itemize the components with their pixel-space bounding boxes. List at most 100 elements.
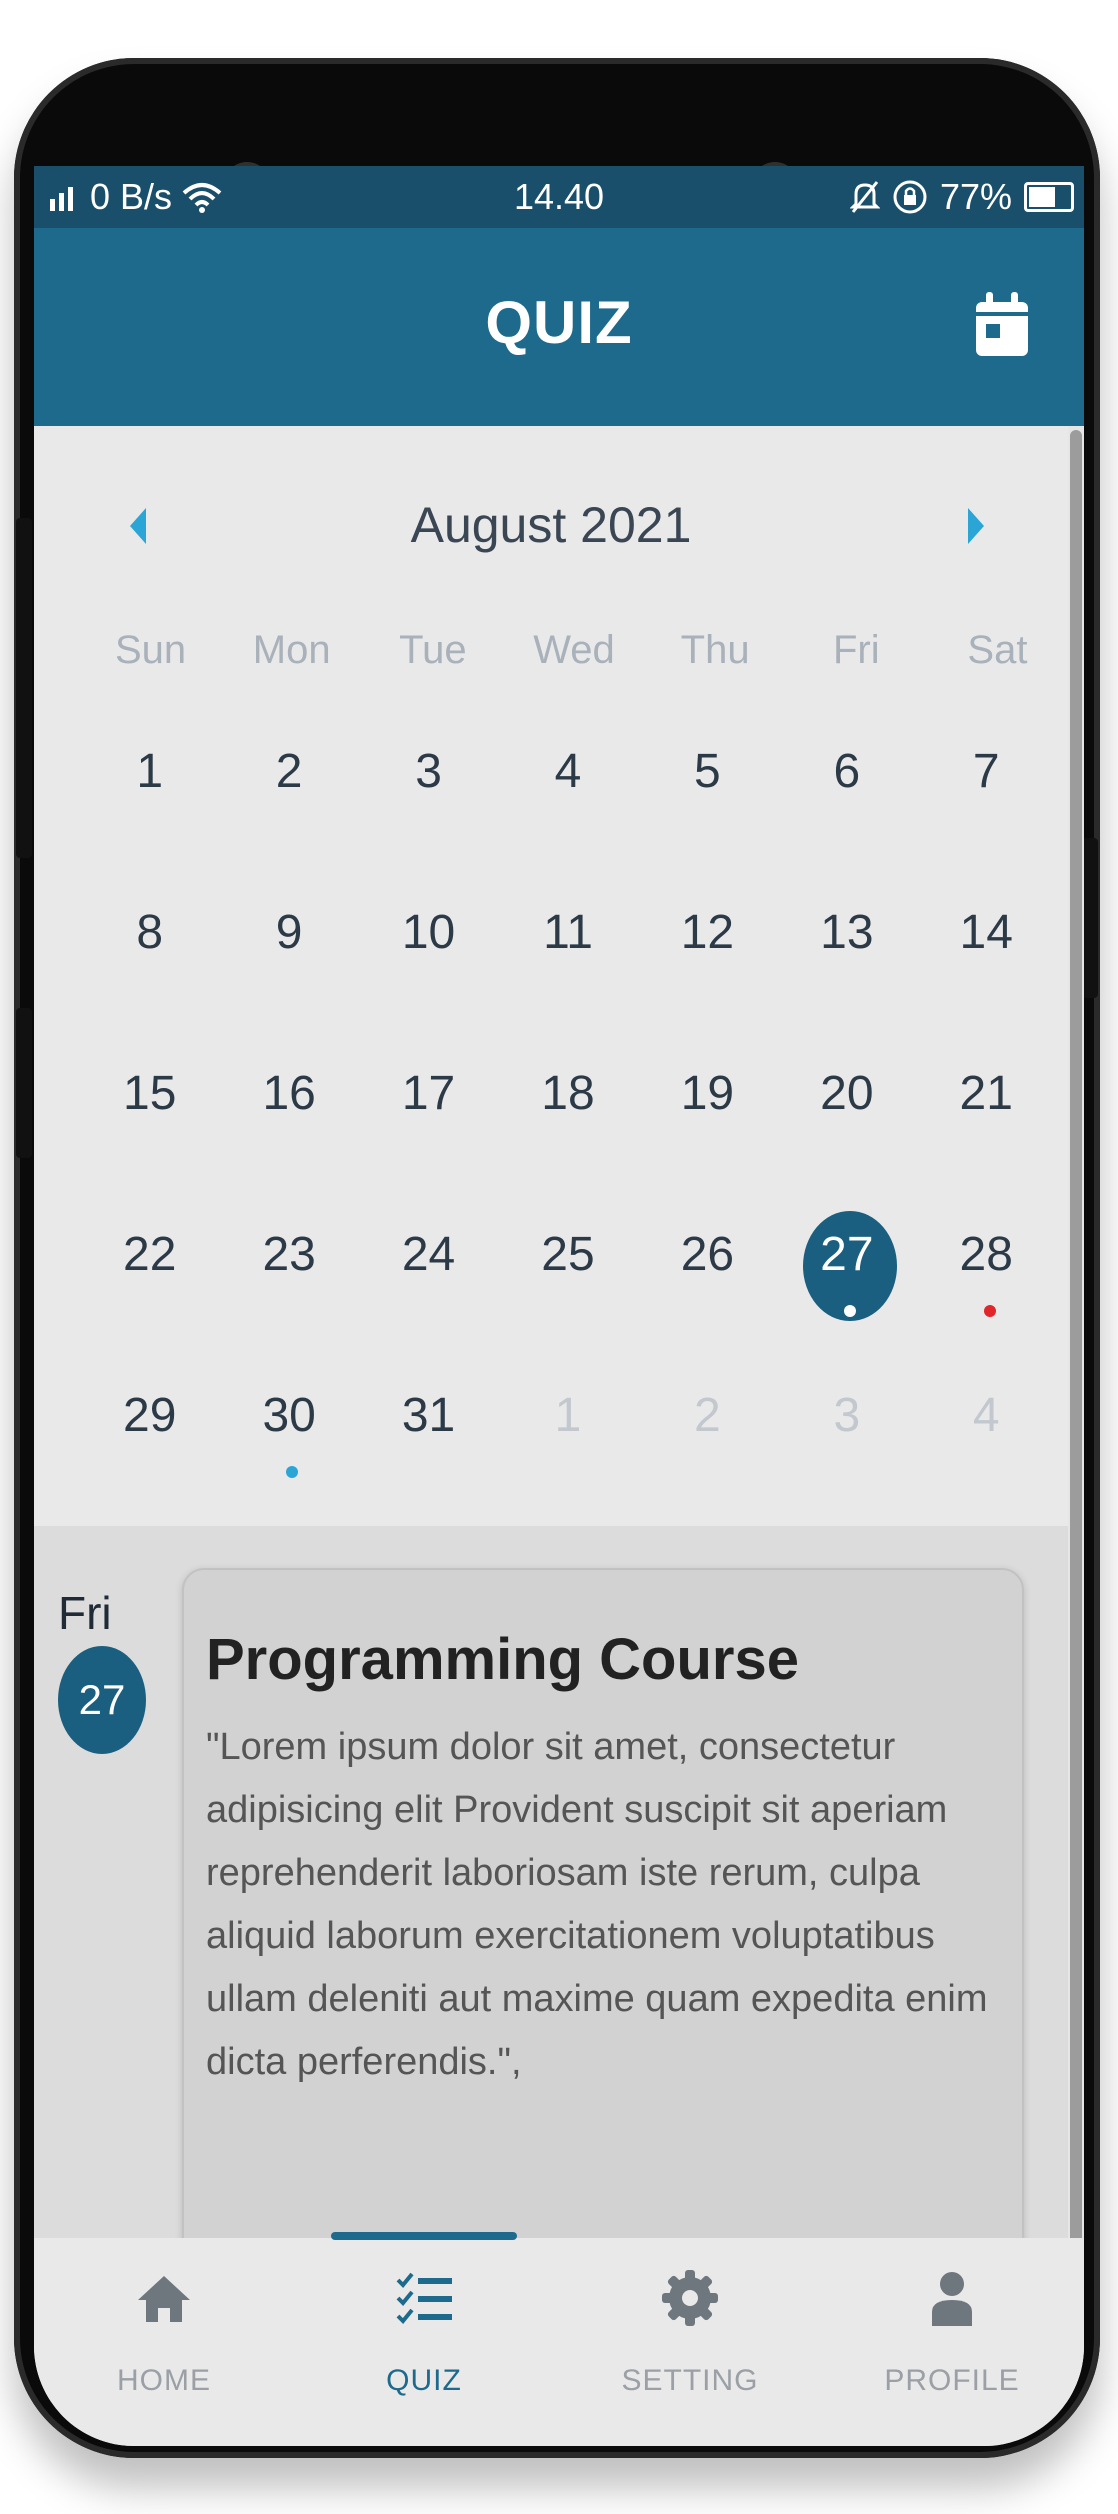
day-number: 24 bbox=[401, 1228, 456, 1281]
day-cell[interactable]: 14 bbox=[917, 887, 1056, 1048]
day-cell-next-month[interactable]: 1 bbox=[498, 1370, 637, 1531]
day-number: 1 bbox=[554, 1389, 582, 1442]
day-cell[interactable]: 24 bbox=[359, 1209, 498, 1370]
weekday-label: Fri bbox=[832, 628, 880, 672]
day-number: 8 bbox=[136, 906, 164, 959]
day-number: 28 bbox=[959, 1228, 1013, 1281]
day-cell[interactable]: 29 bbox=[80, 1370, 219, 1531]
day-number: 25 bbox=[541, 1228, 595, 1281]
battery-percent: 77% bbox=[939, 176, 1012, 217]
day-cell[interactable]: 31 bbox=[359, 1370, 498, 1531]
day-number: 6 bbox=[833, 745, 861, 798]
day-number: 4 bbox=[554, 745, 582, 798]
day-cell[interactable]: 19 bbox=[638, 1048, 777, 1209]
day-cell[interactable]: 21 bbox=[917, 1048, 1056, 1209]
month-title: August 2021 bbox=[410, 497, 692, 553]
active-tab-indicator bbox=[331, 2232, 517, 2240]
rotation-lock-icon bbox=[893, 180, 927, 214]
mute-bell-icon bbox=[849, 181, 880, 213]
day-number: 22 bbox=[123, 1228, 177, 1281]
week-row: 8 9 10 11 12 13 14 bbox=[80, 887, 1056, 1048]
day-cell[interactable]: 22 bbox=[80, 1209, 219, 1370]
tab-label: PROFILE bbox=[884, 2364, 1020, 2397]
day-number: 3 bbox=[415, 745, 442, 798]
day-number: 1 bbox=[136, 745, 164, 798]
day-cell[interactable]: 30 bbox=[219, 1370, 358, 1531]
day-number: 26 bbox=[680, 1228, 735, 1281]
scrollbar[interactable] bbox=[1070, 430, 1082, 2290]
week-row: 15 16 17 18 19 20 21 bbox=[80, 1048, 1056, 1209]
weekday-label: Sat bbox=[967, 628, 1028, 672]
weekday-label: Mon bbox=[252, 628, 331, 672]
user-icon bbox=[932, 2272, 972, 2326]
day-number: 9 bbox=[275, 906, 303, 959]
day-cell[interactable]: 28 bbox=[917, 1209, 1056, 1370]
day-cell[interactable]: 13 bbox=[777, 887, 916, 1048]
calendar-icon[interactable] bbox=[972, 290, 1032, 360]
weekday-label: Tue bbox=[399, 628, 467, 672]
day-cell-next-month[interactable]: 2 bbox=[638, 1370, 777, 1531]
day-number: 14 bbox=[959, 906, 1013, 959]
day-cell[interactable]: 26 bbox=[638, 1209, 777, 1370]
bottom-nav: HOME QUIZ SETTING PROFILE bbox=[34, 2232, 1084, 2446]
day-cell[interactable]: 23 bbox=[219, 1209, 358, 1370]
day-number: 16 bbox=[262, 1067, 316, 1120]
weekday-label: Wed bbox=[533, 628, 615, 672]
tab-label: SETTING bbox=[621, 2364, 759, 2397]
day-cell[interactable]: 6 bbox=[777, 726, 916, 887]
day-number: 12 bbox=[680, 906, 735, 959]
day-number: 5 bbox=[694, 745, 721, 798]
day-cell[interactable]: 2 bbox=[219, 726, 358, 887]
agenda-day-badge: 27 bbox=[58, 1646, 146, 1754]
agenda-day-name: Fri bbox=[58, 1587, 112, 1639]
day-cell-next-month[interactable]: 4 bbox=[917, 1370, 1056, 1531]
day-cell[interactable]: 9 bbox=[219, 887, 358, 1048]
tab-label: HOME bbox=[117, 2364, 211, 2397]
tab-quiz[interactable]: QUIZ bbox=[324, 2268, 524, 2398]
tab-profile[interactable]: PROFILE bbox=[852, 2268, 1052, 2398]
tab-label: QUIZ bbox=[386, 2364, 462, 2397]
day-cell[interactable]: 1 bbox=[80, 726, 219, 887]
day-cell[interactable]: 25 bbox=[498, 1209, 637, 1370]
weekday-label: Sun bbox=[114, 628, 187, 672]
day-number: 2 bbox=[694, 1389, 721, 1442]
power-button bbox=[1082, 838, 1098, 998]
tab-home[interactable]: HOME bbox=[64, 2268, 264, 2398]
day-number: 4 bbox=[972, 1389, 1000, 1442]
day-number: 11 bbox=[543, 906, 593, 959]
day-cell[interactable]: 10 bbox=[359, 887, 498, 1048]
day-cell-next-month[interactable]: 3 bbox=[777, 1370, 916, 1531]
day-number: 3 bbox=[833, 1389, 861, 1442]
gear-icon bbox=[662, 2270, 718, 2326]
tab-setting[interactable]: SETTING bbox=[590, 2268, 790, 2398]
day-cell[interactable]: 18 bbox=[498, 1048, 637, 1209]
next-month-icon[interactable] bbox=[968, 508, 984, 544]
day-cell[interactable]: 8 bbox=[80, 887, 219, 1048]
event-dot bbox=[983, 1305, 996, 1317]
day-cell[interactable]: 3 bbox=[359, 726, 498, 887]
event-dot bbox=[286, 1466, 299, 1478]
week-row: 1 2 3 4 5 6 7 bbox=[80, 726, 1056, 887]
day-number: 10 bbox=[401, 906, 456, 959]
day-number: 21 bbox=[959, 1067, 1013, 1120]
day-number: 19 bbox=[680, 1067, 735, 1120]
day-number: 13 bbox=[820, 906, 874, 959]
day-cell[interactable]: 17 bbox=[359, 1048, 498, 1209]
day-cell[interactable]: 15 bbox=[80, 1048, 219, 1209]
day-number: 2 bbox=[275, 745, 303, 798]
day-cell[interactable]: 12 bbox=[638, 887, 777, 1048]
agenda-section: Fri 27 Programming Course "Lorem ipsum d… bbox=[34, 1526, 1068, 2372]
day-cell[interactable]: 16 bbox=[219, 1048, 358, 1209]
screen: 0 B/s 14.40 77% QUIZ August 2021 Sun Mon… bbox=[34, 166, 1084, 2446]
day-cell[interactable]: 5 bbox=[638, 726, 777, 887]
month-header: August 2021 bbox=[34, 496, 1068, 576]
day-grid: 1 2 3 4 5 6 7 8 9 10 11 12 13 14 15 16 1… bbox=[80, 726, 1056, 1531]
day-number: 23 bbox=[262, 1228, 316, 1281]
day-cell[interactable]: 4 bbox=[498, 726, 637, 887]
calendar: August 2021 Sun Mon Tue Wed Thu Fri Sat … bbox=[34, 426, 1068, 1526]
day-cell[interactable]: 7 bbox=[917, 726, 1056, 887]
day-number: 30 bbox=[262, 1389, 316, 1442]
day-cell-selected[interactable]: 27 bbox=[777, 1209, 916, 1370]
day-cell[interactable]: 11 bbox=[498, 887, 637, 1048]
day-cell[interactable]: 20 bbox=[777, 1048, 916, 1209]
